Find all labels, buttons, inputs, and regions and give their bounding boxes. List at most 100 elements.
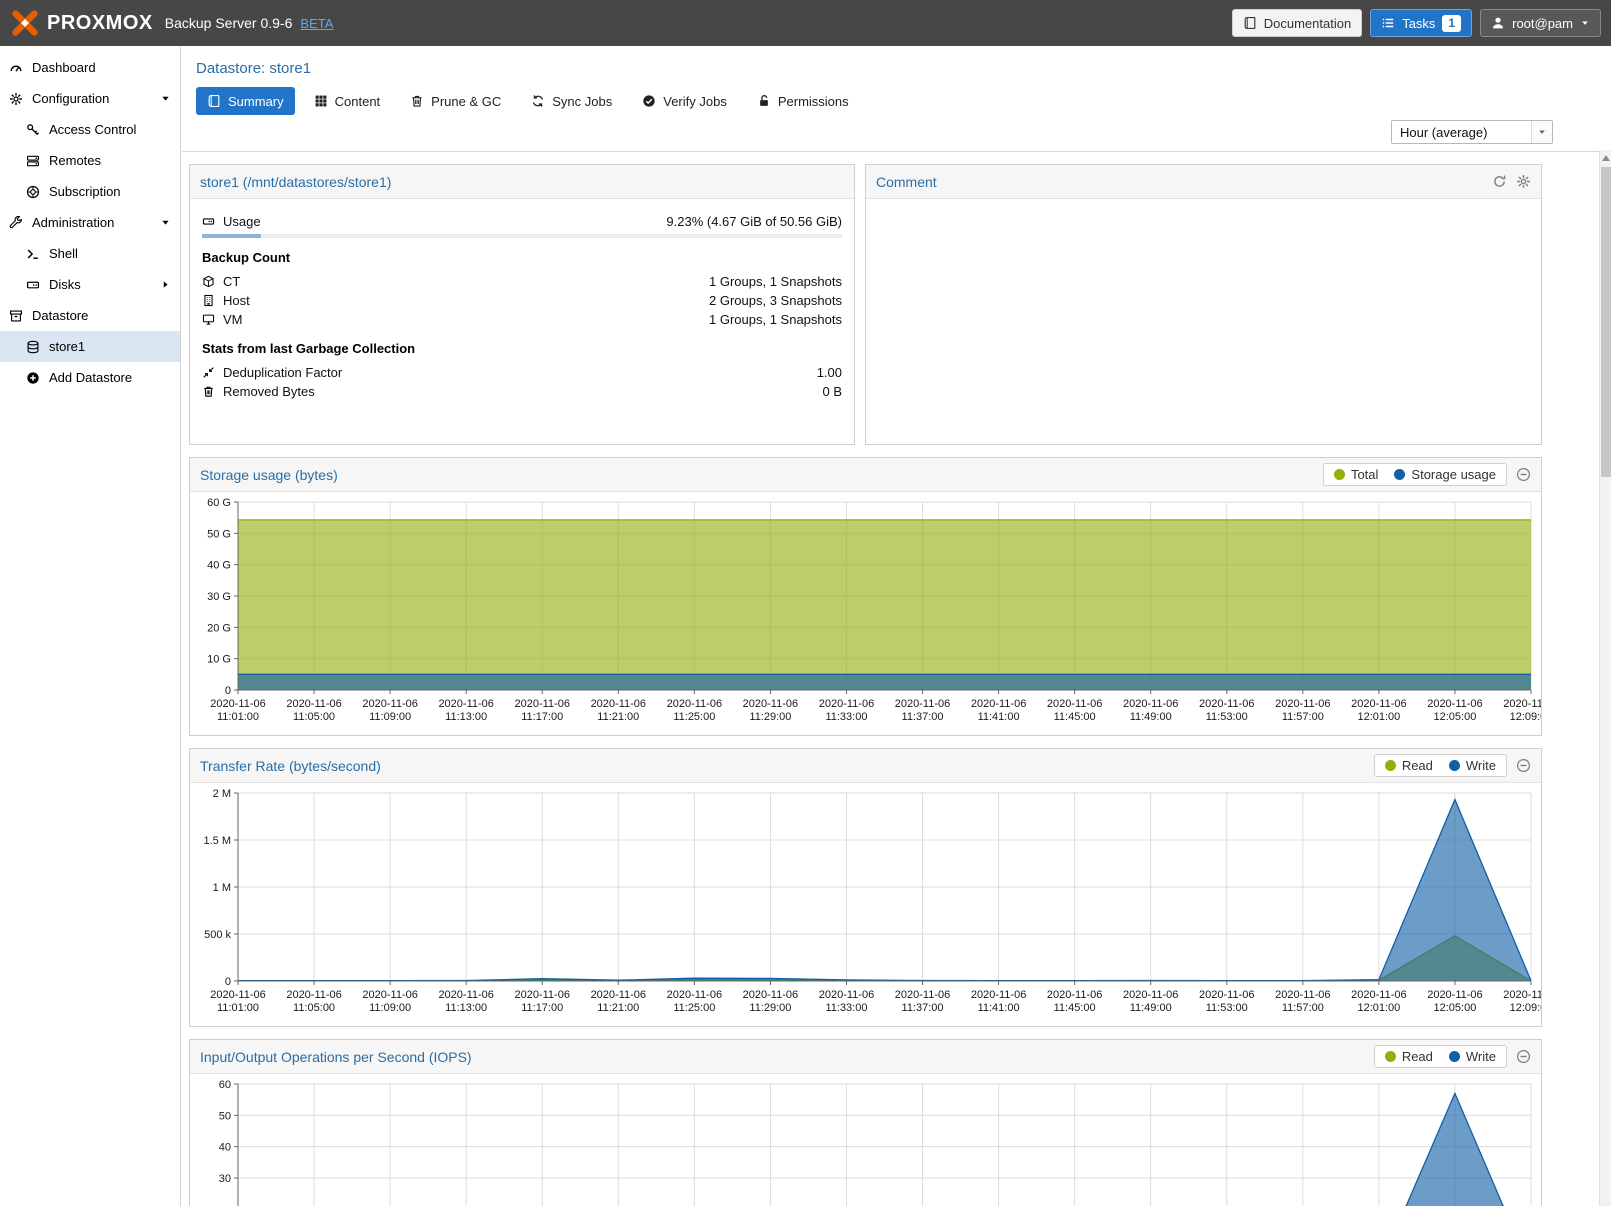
svg-text:2020-11-06: 2020-11-06: [1351, 698, 1406, 710]
svg-text:11:49:00: 11:49:00: [1130, 711, 1172, 723]
panel-header: Comment: [866, 165, 1541, 199]
tab-summary[interactable]: Summary: [196, 87, 295, 115]
sidebar-item-label: Subscription: [49, 184, 121, 199]
svg-text:500 k: 500 k: [204, 929, 231, 941]
usage-label: Usage: [223, 214, 261, 229]
sidebar-item-subscription[interactable]: Subscription: [0, 176, 180, 207]
svg-text:2 M: 2 M: [213, 788, 231, 800]
svg-text:1.5 M: 1.5 M: [203, 835, 231, 847]
svg-text:2020-11-06: 2020-11-06: [667, 698, 722, 710]
panel-header: Input/Output Operations per Second (IOPS…: [190, 1040, 1541, 1074]
sidebar-item-access-control[interactable]: Access Control: [0, 114, 180, 145]
svg-text:2020-11-06: 2020-11-06: [286, 698, 341, 710]
sidebar-item-add-datastore[interactable]: Add Datastore: [0, 362, 180, 393]
tab-prune-gc[interactable]: Prune & GC: [399, 87, 512, 115]
sidebar: Dashboard Configuration Access Control R…: [0, 46, 181, 1206]
sidebar-item-label: Add Datastore: [49, 370, 132, 385]
svg-text:11:17:00: 11:17:00: [521, 711, 563, 723]
tasks-button[interactable]: Tasks 1: [1370, 9, 1472, 37]
documentation-button[interactable]: Documentation: [1232, 9, 1362, 37]
svg-text:11:33:00: 11:33:00: [825, 1002, 867, 1014]
tab-label: Sync Jobs: [552, 94, 612, 109]
beta-link[interactable]: BETA: [300, 16, 333, 31]
sidebar-item-store1[interactable]: store1: [0, 331, 180, 362]
legend-item-total[interactable]: Total: [1334, 467, 1378, 482]
timeframe-combobox[interactable]: Hour (average): [1391, 120, 1553, 144]
scroll-up-arrow[interactable]: [1602, 155, 1610, 161]
usage-progress-bar: [202, 234, 842, 238]
svg-text:11:45:00: 11:45:00: [1054, 1002, 1096, 1014]
row-value: 1 Groups, 1 Snapshots: [709, 312, 842, 327]
cube-icon: [202, 275, 215, 288]
wrench-icon: [9, 216, 23, 230]
sidebar-item-disks[interactable]: Disks: [0, 269, 180, 300]
vm-row: VM 1 Groups, 1 Snapshots: [202, 310, 842, 329]
svg-text:2020-11-06: 2020-11-06: [1199, 989, 1254, 1001]
svg-text:2020-11-06: 2020-11-06: [819, 989, 874, 1001]
tasks-badge: 1: [1442, 15, 1461, 32]
legend-item-storage-usage[interactable]: Storage usage: [1394, 467, 1496, 482]
combobox-trigger[interactable]: [1531, 121, 1552, 143]
sync-icon: [531, 94, 545, 108]
sidebar-item-label: Shell: [49, 246, 78, 261]
panel-title: store1 (/mnt/datastores/store1): [200, 174, 391, 190]
legend-item-write[interactable]: Write: [1449, 1049, 1496, 1064]
refresh-icon[interactable]: [1492, 174, 1507, 189]
svg-text:2020-11-06: 2020-11-06: [515, 989, 570, 1001]
plus-circle-icon: [26, 371, 40, 385]
sidebar-item-datastore[interactable]: Datastore: [0, 300, 180, 331]
svg-text:12:01:00: 12:01:00: [1357, 1002, 1400, 1014]
sidebar-item-dashboard[interactable]: Dashboard: [0, 52, 180, 83]
gc-stats-heading: Stats from last Garbage Collection: [202, 341, 842, 356]
documentation-label: Documentation: [1264, 16, 1351, 31]
trash-icon: [202, 385, 215, 398]
top-panels-row: store1 (/mnt/datastores/store1) Usage 9.…: [189, 164, 1542, 445]
svg-text:11:37:00: 11:37:00: [902, 711, 944, 723]
svg-text:30: 30: [219, 1173, 231, 1185]
tachometer-icon: [9, 61, 23, 75]
panel-title: Comment: [876, 174, 937, 190]
svg-text:2020-11-06: 2020-11-06: [1123, 698, 1178, 710]
svg-text:2020-11-06: 2020-11-06: [515, 698, 570, 710]
server-icon: [26, 154, 40, 168]
legend-item-write[interactable]: Write: [1449, 758, 1496, 773]
gear-icon[interactable]: [1516, 174, 1531, 189]
user-menu-button[interactable]: root@pam: [1480, 9, 1601, 37]
legend-item-read[interactable]: Read: [1385, 1049, 1433, 1064]
transfer-rate-chart-panel: Transfer Rate (bytes/second) Read Write …: [189, 748, 1542, 1027]
sidebar-item-remotes[interactable]: Remotes: [0, 145, 180, 176]
book-icon: [207, 94, 221, 108]
tab-label: Content: [335, 94, 381, 109]
svg-text:20 G: 20 G: [207, 622, 231, 634]
tab-content[interactable]: Content: [303, 87, 392, 115]
tab-permissions[interactable]: Permissions: [746, 87, 860, 115]
sidebar-item-label: Administration: [32, 215, 114, 230]
svg-text:12:05:00: 12:05:00: [1434, 711, 1477, 723]
proxmox-x-icon: [10, 8, 40, 38]
collapse-panel-icon[interactable]: [1516, 758, 1531, 773]
tab-sync-jobs[interactable]: Sync Jobs: [520, 87, 623, 115]
panel-header: store1 (/mnt/datastores/store1): [190, 165, 854, 199]
caret-right-icon[interactable]: [160, 279, 171, 290]
caret-down-icon[interactable]: [160, 93, 171, 104]
chart-legend: Total Storage usage: [1323, 463, 1507, 486]
sidebar-item-administration[interactable]: Administration: [0, 207, 180, 238]
scrollbar-thumb[interactable]: [1601, 167, 1611, 477]
row-value: 1 Groups, 1 Snapshots: [709, 274, 842, 289]
svg-text:50: 50: [219, 1110, 231, 1122]
usage-progress-fill: [202, 234, 261, 238]
tab-verify-jobs[interactable]: Verify Jobs: [631, 87, 738, 115]
lock-icon: [757, 94, 771, 108]
sidebar-item-configuration[interactable]: Configuration: [0, 83, 180, 114]
sidebar-item-shell[interactable]: Shell: [0, 238, 180, 269]
collapse-panel-icon[interactable]: [1516, 467, 1531, 482]
legend-item-read[interactable]: Read: [1385, 758, 1433, 773]
legend-dot: [1449, 760, 1460, 771]
caret-down-icon[interactable]: [160, 217, 171, 228]
vertical-scrollbar[interactable]: [1599, 150, 1611, 1206]
terminal-icon: [26, 247, 40, 261]
collapse-panel-icon[interactable]: [1516, 1049, 1531, 1064]
svg-text:2020-11-06: 2020-11-06: [667, 989, 722, 1001]
svg-text:11:45:00: 11:45:00: [1054, 711, 1096, 723]
legend-label: Total: [1351, 467, 1378, 482]
